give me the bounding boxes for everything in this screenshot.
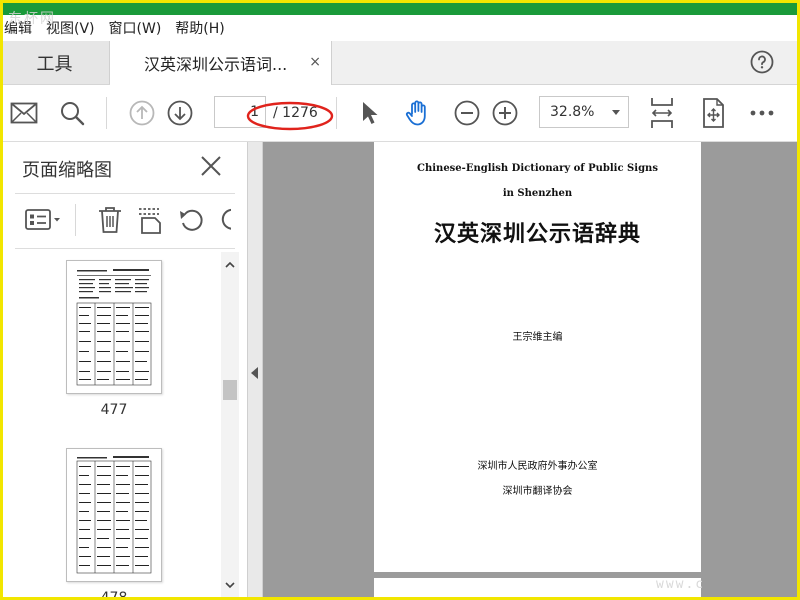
panel-collapse-strip[interactable] bbox=[248, 142, 263, 597]
close-icon[interactable] bbox=[199, 154, 223, 178]
editor-line: 王宗维主编 bbox=[512, 332, 563, 343]
rotate-left-icon[interactable] bbox=[178, 207, 206, 233]
toolbar-separator bbox=[336, 97, 337, 129]
thumbnail-page-number: 478 bbox=[66, 590, 162, 597]
tab-tools[interactable]: 工具 bbox=[0, 41, 110, 84]
title-chinese: 汉英深圳公示语辞典 bbox=[433, 222, 641, 247]
help-icon[interactable] bbox=[750, 50, 774, 74]
publisher-line2: 深圳市翻译协会 bbox=[502, 486, 573, 497]
main-toolbar: 1 / 1276 32.8% bbox=[0, 85, 800, 142]
tab-document-label: 汉英深圳公示语词... bbox=[144, 55, 288, 74]
zoom-select[interactable]: 32.8% bbox=[539, 96, 629, 128]
thumbnail-page-number: 477 bbox=[100, 402, 128, 418]
watermark: www.c bbox=[656, 577, 706, 592]
publisher-line1: 深圳市人民政府外事办公室 bbox=[477, 461, 598, 472]
toolbar-separator bbox=[75, 204, 76, 236]
rotate-fit-page-icon[interactable] bbox=[699, 97, 727, 129]
tab-tools-label: 工具 bbox=[36, 53, 73, 75]
zoom-out-icon[interactable] bbox=[453, 99, 481, 127]
zoom-in-icon[interactable] bbox=[491, 99, 519, 127]
scroll-up-icon[interactable] bbox=[225, 260, 235, 270]
previous-page-icon[interactable] bbox=[128, 99, 156, 127]
page-thumbnails-panel: 页面缩略图 477 bbox=[3, 142, 248, 597]
menu-window[interactable]: 窗口(W) bbox=[102, 18, 169, 38]
extract-page-icon[interactable] bbox=[137, 206, 163, 234]
search-icon[interactable] bbox=[58, 99, 86, 127]
title-english-line1: Chinese-English Dictionary of Public Sig… bbox=[417, 163, 658, 174]
more-options-icon[interactable] bbox=[748, 99, 776, 127]
scrollbar-thumb[interactable] bbox=[223, 380, 237, 400]
page-thumbnail[interactable] bbox=[66, 448, 162, 582]
email-icon[interactable] bbox=[10, 99, 38, 127]
panel-title: 页面缩略图 bbox=[22, 160, 112, 181]
fit-width-icon[interactable] bbox=[648, 97, 676, 129]
menu-bar: 编辑 视图(V) 窗口(W) 帮助(H) bbox=[0, 15, 800, 41]
chevron-left-icon[interactable] bbox=[251, 367, 258, 379]
hand-tool-icon[interactable] bbox=[403, 99, 431, 127]
next-page-icon[interactable] bbox=[166, 99, 194, 127]
highlight-annotation bbox=[246, 101, 334, 131]
thumbnail-list: 477 bbox=[3, 252, 218, 597]
tab-bar: 工具 汉英深圳公示语词... × bbox=[0, 41, 800, 85]
tab-document[interactable]: 汉英深圳公示语词... × bbox=[110, 41, 332, 85]
page-thumbnail[interactable] bbox=[66, 260, 162, 394]
title-bar-strip bbox=[0, 0, 800, 15]
divider bbox=[15, 248, 235, 249]
title-english-line2: in Shenzhen bbox=[502, 188, 573, 199]
document-view[interactable]: Chinese-English Dictionary of Public Sig… bbox=[263, 142, 797, 597]
rotate-right-icon[interactable] bbox=[219, 207, 231, 233]
next-document-page bbox=[374, 578, 701, 597]
watermark: 东杯网 bbox=[8, 11, 56, 27]
zoom-value: 32.8% bbox=[550, 104, 595, 120]
panel-toolbar bbox=[3, 202, 248, 242]
scroll-down-icon[interactable] bbox=[225, 580, 235, 590]
document-page: Chinese-English Dictionary of Public Sig… bbox=[374, 142, 701, 572]
select-cursor-icon[interactable] bbox=[356, 99, 384, 127]
tab-close-icon[interactable]: × bbox=[309, 54, 321, 70]
divider bbox=[15, 193, 235, 194]
chevron-down-icon bbox=[612, 110, 620, 115]
thumbnail-scrollbar[interactable] bbox=[221, 252, 239, 597]
trash-icon[interactable] bbox=[97, 206, 123, 234]
toolbar-separator bbox=[106, 97, 107, 129]
thumbnail-options-icon[interactable] bbox=[25, 208, 63, 232]
menu-help[interactable]: 帮助(H) bbox=[168, 18, 231, 38]
